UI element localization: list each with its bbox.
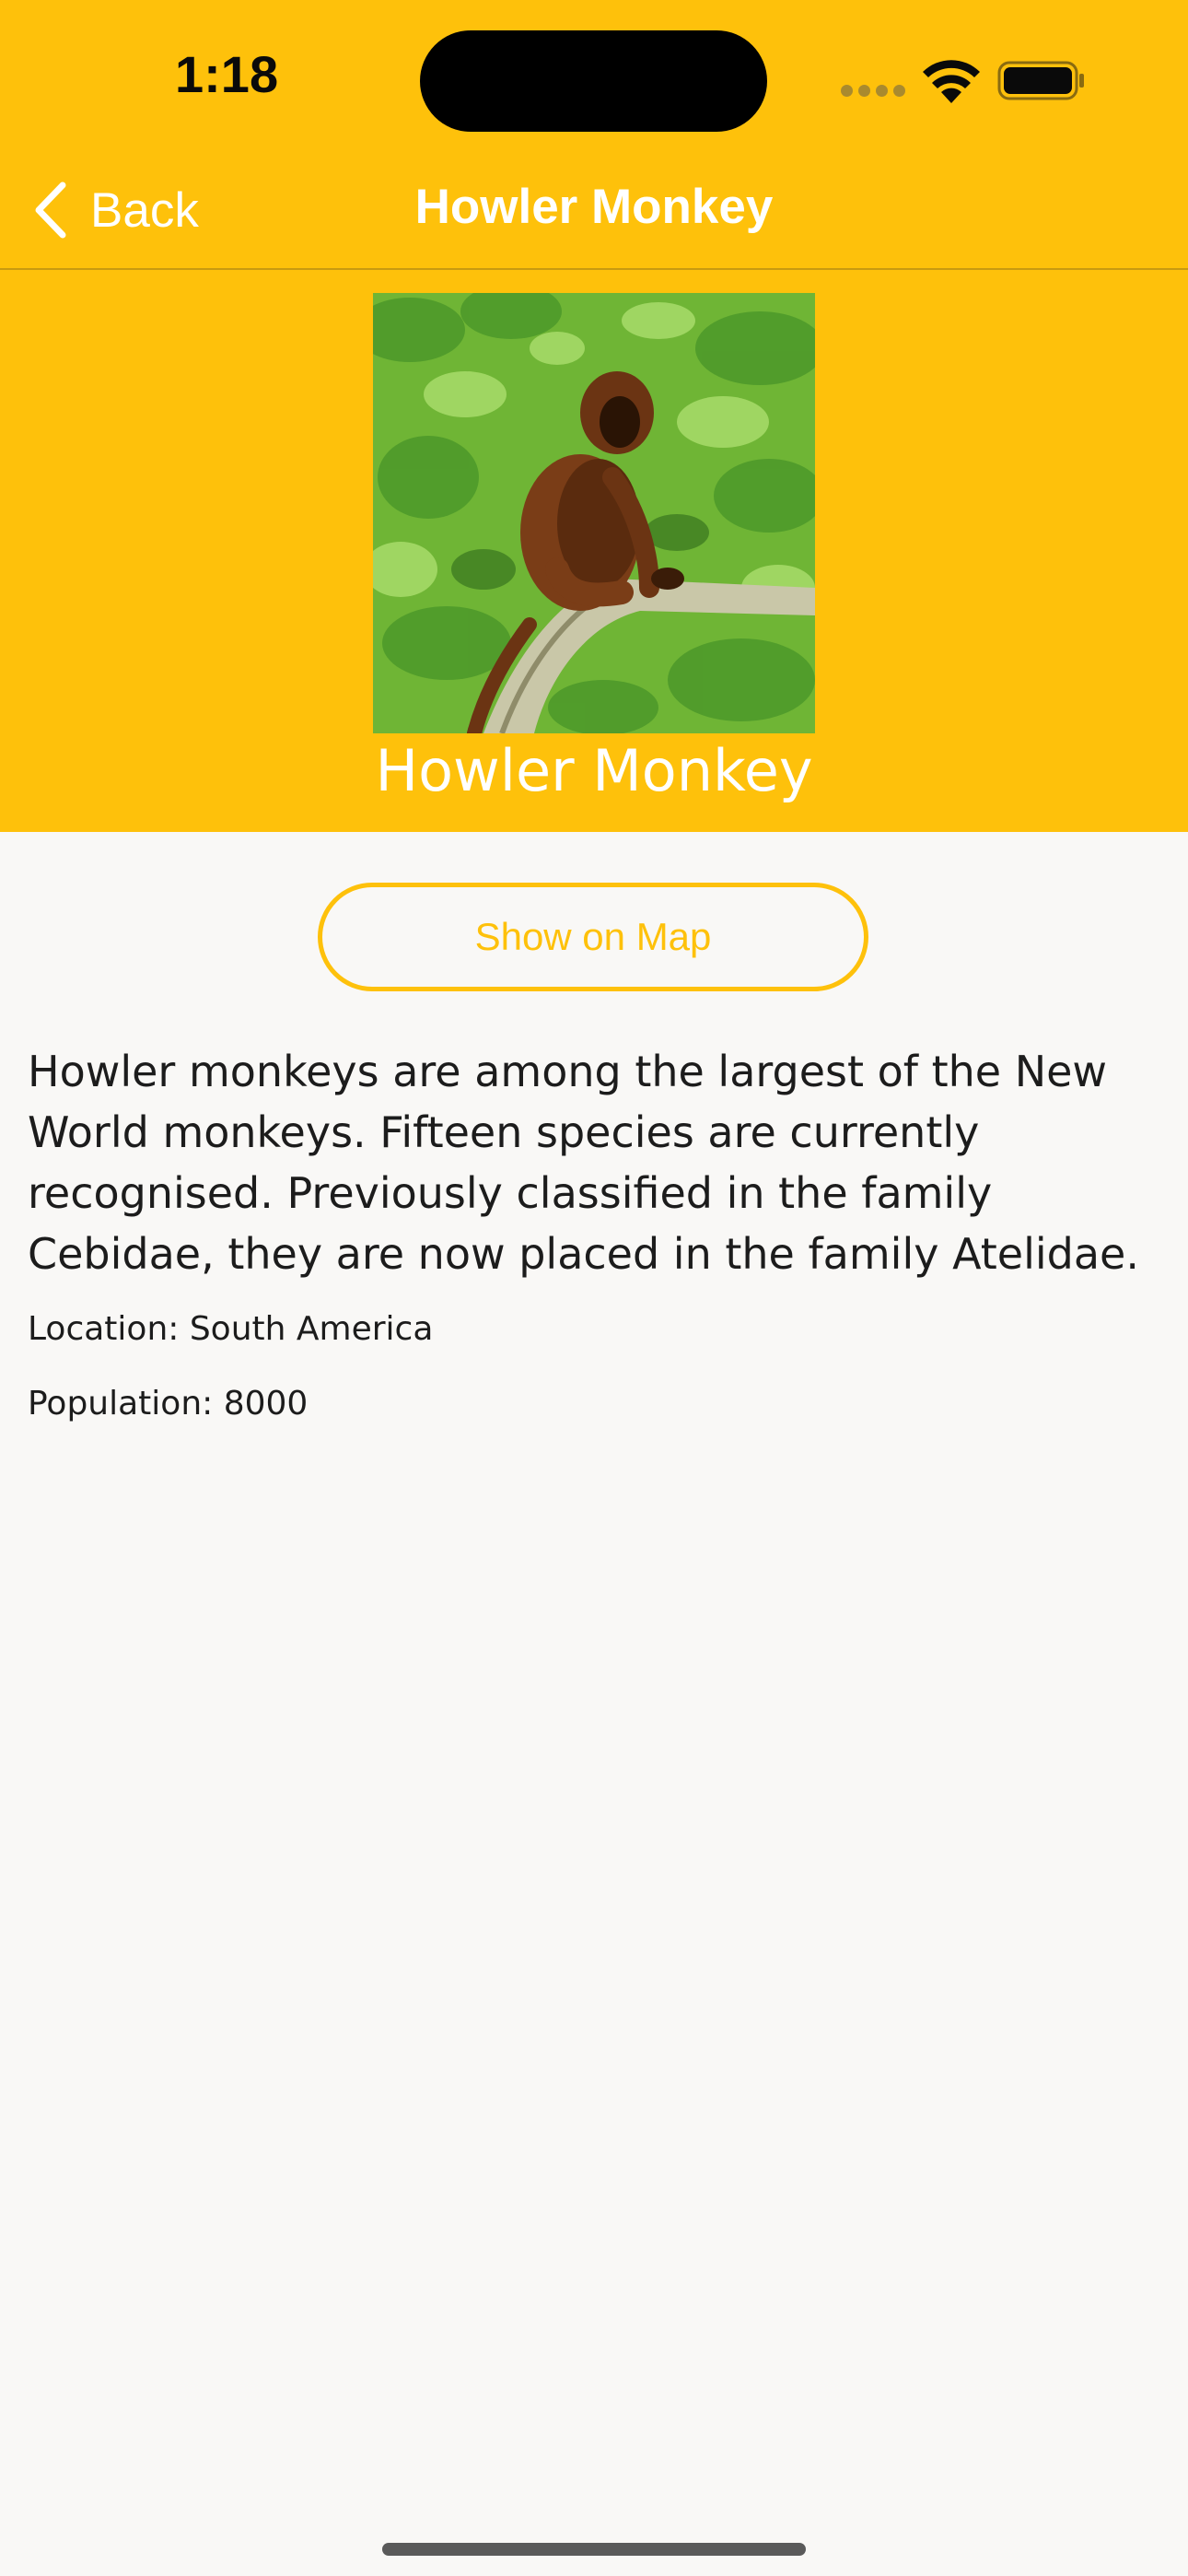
animal-location: Location: South America [28, 1310, 434, 1348]
animal-photo [373, 293, 815, 733]
status-bar: 1:18 [0, 0, 1188, 157]
animal-name: Howler Monkey [375, 737, 813, 804]
animal-population: Population: 8000 [28, 1385, 309, 1423]
battery-icon [997, 61, 1084, 100]
animal-description: Howler monkeys are among the largest of … [28, 1047, 1139, 1279]
navigation-bar: Back Howler Monkey [0, 157, 1188, 270]
home-indicator[interactable] [382, 2543, 806, 2556]
dynamic-island [420, 30, 767, 132]
monkey-image-icon [373, 293, 815, 733]
wifi-icon [923, 60, 980, 103]
status-time: 1:18 [175, 45, 279, 103]
cellular-signal-icon [841, 85, 905, 100]
show-on-map-button[interactable]: Show on Map [318, 883, 868, 991]
nav-title: Howler Monkey [414, 180, 774, 234]
